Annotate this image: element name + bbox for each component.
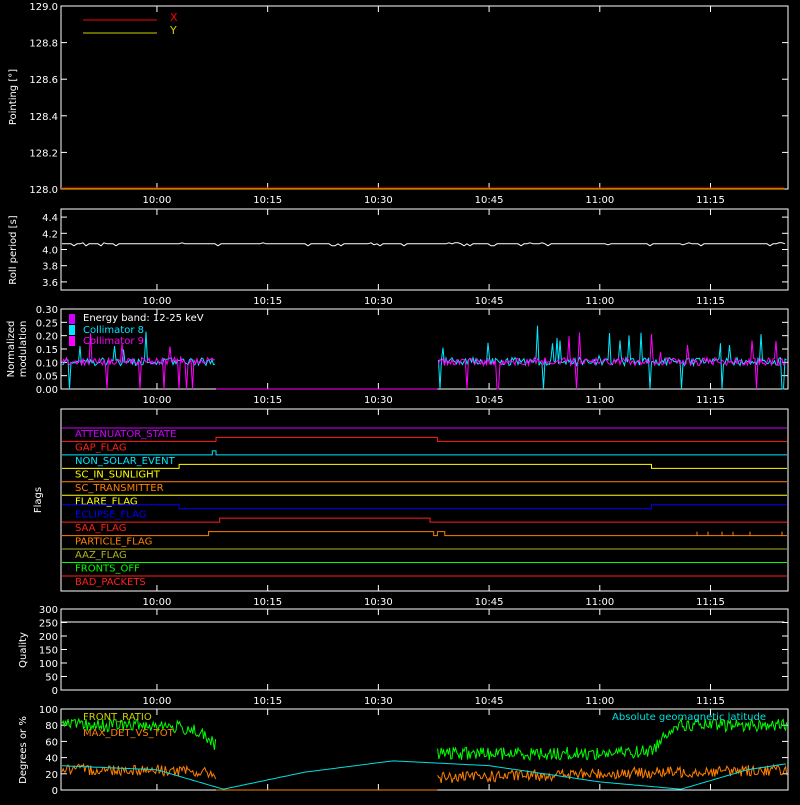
x-tick-label: 10:15 <box>253 395 282 406</box>
y-tick-label: 20 <box>45 770 58 781</box>
x-tick-label: 10:15 <box>253 597 282 608</box>
y-tick-label: 40 <box>45 754 58 765</box>
flag-label: FLARE_FLAG <box>75 496 138 507</box>
y-tick-label: 100 <box>39 705 58 716</box>
y-tick-label: 50 <box>45 673 58 684</box>
flag-label: SAA_FLAG <box>75 523 126 534</box>
flag-label: NON_SOLAR_EVENT <box>75 456 176 467</box>
y-tick-label: 250 <box>39 619 58 630</box>
legend-entry: Y <box>169 24 177 37</box>
y-axis-label: modulation <box>18 321 29 378</box>
flag-label: GAP_FLAG <box>75 442 127 453</box>
x-tick-label: 10:45 <box>475 296 504 307</box>
y-tick-label: 0.30 <box>36 305 58 316</box>
y-tick-label: 150 <box>39 646 58 657</box>
y-tick-label: 0 <box>52 786 58 797</box>
y-tick-label: 0.20 <box>36 332 58 343</box>
y-tick-label: 100 <box>39 659 58 670</box>
x-tick-label: 10:30 <box>364 195 393 206</box>
flag-label: ATTENUATOR_STATE <box>75 429 176 440</box>
x-tick-label: 10:00 <box>143 296 172 307</box>
x-tick-label: 11:00 <box>585 395 614 406</box>
x-tick-label: 10:15 <box>253 696 282 707</box>
flag-label: AAZ_FLAG <box>75 550 127 561</box>
x-tick-label: 10:00 <box>143 597 172 608</box>
x-tick-label: 10:30 <box>364 296 393 307</box>
y-tick-label: 0 <box>52 686 58 697</box>
x-tick-label: 11:00 <box>585 696 614 707</box>
x-tick-label: 10:15 <box>253 296 282 307</box>
chart-figure: 10:00 10:15 10:30 10:45 11:00 11:15 128.0 128.2… <box>0 0 800 800</box>
legend-entry-right: Absolute geomagnetic latitude <box>612 712 766 723</box>
x-tick-label: 11:15 <box>696 195 725 206</box>
legend-swatch <box>69 314 75 324</box>
x-tick-label: 10:30 <box>364 395 393 406</box>
x-tick-label: 11:15 <box>696 395 725 406</box>
x-tick-label: 10:00 <box>143 195 172 206</box>
legend-entry: FRONT_RATIO <box>83 712 152 723</box>
flag-label: PARTICLE_FLAG <box>75 537 152 548</box>
flag-label: FRONTS_OFF <box>75 564 140 575</box>
y-tick-label: 200 <box>39 632 58 643</box>
y-axis-label: Roll period [s] <box>8 215 19 284</box>
x-tick-label: 10:00 <box>143 696 172 707</box>
x-tick-label: 10:00 <box>143 395 172 406</box>
legend-swatch <box>69 336 75 346</box>
y-tick-label: 0.05 <box>36 372 58 383</box>
legend-entry: MAX_DET_VS_TOT <box>83 728 175 739</box>
y-tick-label: 128.6 <box>29 75 58 86</box>
chart-svg: 10:00 10:15 10:30 10:45 11:00 11:15 128.0 128.2… <box>0 0 800 800</box>
x-tick-label: 11:00 <box>585 296 614 307</box>
legend-entry: Collimator 8 <box>83 325 144 336</box>
y-tick-label: 128.8 <box>29 39 58 50</box>
y-tick-label: 80 <box>45 721 58 732</box>
y-tick-label: 4.0 <box>42 246 58 257</box>
y-tick-label: 0.00 <box>36 385 58 396</box>
flag-label: BAD_PACKETS <box>75 577 146 588</box>
x-tick-label: 10:30 <box>364 696 393 707</box>
legend-entry: X <box>170 11 178 24</box>
y-tick-label: 3.8 <box>42 262 58 273</box>
background <box>0 0 800 800</box>
y-axis-label: Pointing [°] <box>8 69 19 125</box>
x-tick-label: 11:15 <box>696 696 725 707</box>
flag-label: ECLIPSE_FLAG <box>75 510 146 521</box>
y-tick-label: 60 <box>45 737 58 748</box>
x-tick-label: 11:00 <box>585 195 614 206</box>
y-tick-label: 128.4 <box>29 112 58 123</box>
y-tick-label: 300 <box>39 605 58 616</box>
x-tick-label: 11:00 <box>585 597 614 608</box>
y-axis-label: Quality <box>18 632 29 668</box>
x-tick-label: 10:45 <box>475 696 504 707</box>
y-tick-label: 129.0 <box>29 2 58 13</box>
y-tick-label: 4.2 <box>42 229 58 240</box>
y-axis-label: Normalized <box>6 321 17 378</box>
x-tick-label: 10:15 <box>253 195 282 206</box>
y-axis-label: Flags <box>33 487 44 513</box>
x-tick-label: 11:15 <box>696 597 725 608</box>
y-tick-label: 0.15 <box>36 345 58 356</box>
y-tick-label: 3.6 <box>42 278 58 289</box>
y-tick-label: 0.25 <box>36 318 58 329</box>
flag-label: SC_IN_SUNLIGHT <box>75 469 161 480</box>
x-tick-label: 10:45 <box>475 395 504 406</box>
x-tick-label: 10:30 <box>364 597 393 608</box>
legend-title: Energy band: 12-25 keV <box>83 313 204 324</box>
y-tick-label: 128.0 <box>29 185 58 196</box>
x-tick-label: 10:45 <box>475 597 504 608</box>
y-tick-label: 4.4 <box>42 213 58 224</box>
legend-entry: Collimator 9 <box>83 336 144 347</box>
x-tick-label: 11:15 <box>696 296 725 307</box>
y-axis-label: Degrees or % <box>18 716 29 784</box>
flag-label: SC_TRANSMITTER <box>75 483 164 494</box>
y-tick-label: 0.10 <box>36 358 58 369</box>
x-tick-label: 10:45 <box>475 195 504 206</box>
legend-swatch <box>69 325 75 335</box>
y-tick-label: 128.2 <box>29 148 58 159</box>
